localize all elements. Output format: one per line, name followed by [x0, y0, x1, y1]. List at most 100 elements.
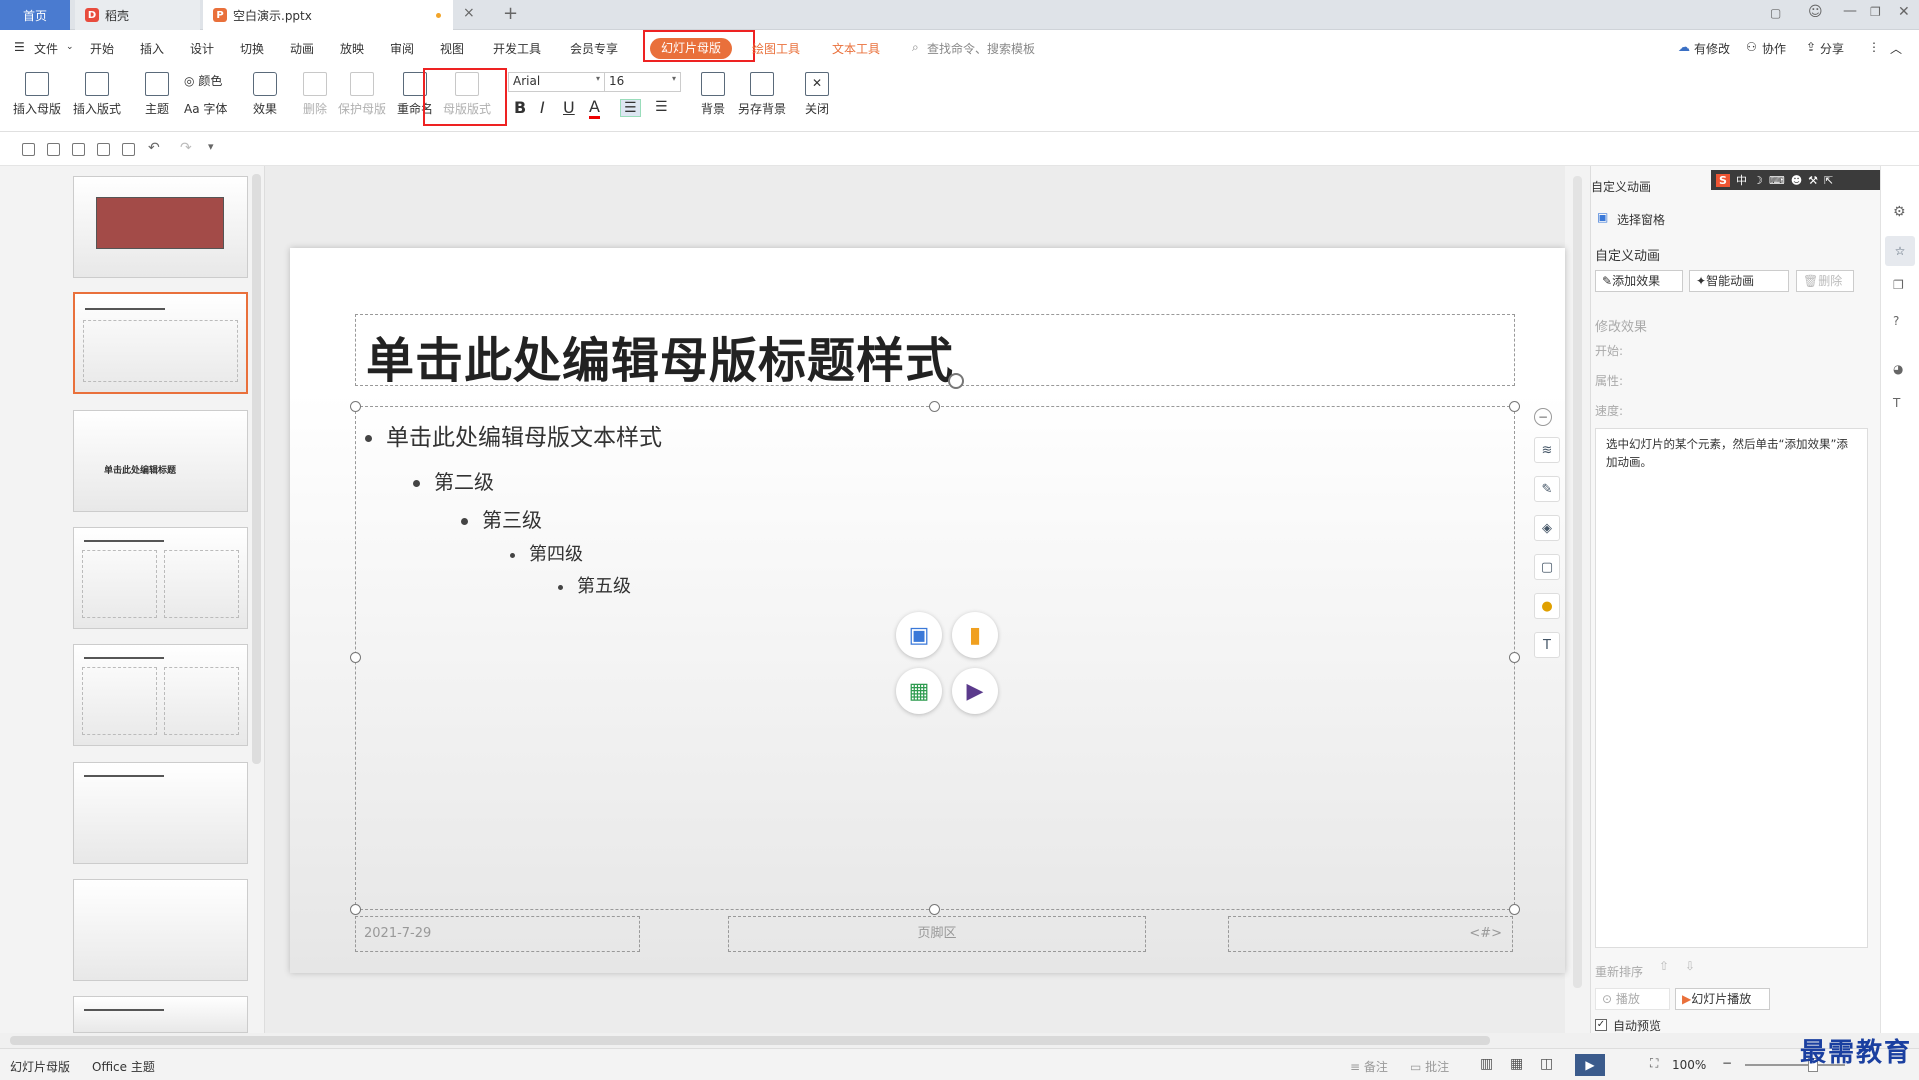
insert-chart-icon[interactable]: ▮ [952, 612, 998, 658]
comment-button[interactable]: ▭ 批注 [1410, 1058, 1449, 1075]
animation-list[interactable]: 选中幻灯片的某个元素，然后单击“添加效果”添加动画。 [1595, 428, 1868, 948]
tab-document[interactable]: P 空白演示.pptx [203, 0, 453, 30]
protect-master-button[interactable]: 保护母版 [335, 72, 389, 117]
close-window-icon[interactable]: ✕ [1898, 4, 1910, 20]
italic-button[interactable]: I [540, 98, 545, 117]
add-effect-button[interactable]: ✎添加效果 [1595, 270, 1683, 292]
resize-handle[interactable] [350, 652, 361, 663]
new-tab-icon[interactable]: + [503, 3, 518, 24]
help-icon[interactable]: ? [1893, 314, 1899, 328]
thumbnail-slide-7[interactable] [73, 879, 248, 981]
brush-icon[interactable]: ✎ [1534, 476, 1560, 502]
menu-item-review[interactable]: 审阅 [390, 40, 414, 57]
body-placeholder[interactable] [355, 406, 1515, 910]
menu-item-transition[interactable]: 切换 [240, 40, 264, 57]
insert-layout-button[interactable]: 插入版式 [70, 72, 124, 117]
changes-button[interactable]: 有修改 [1694, 40, 1730, 57]
font-theme-button[interactable]: Aa 字体 [184, 100, 227, 117]
more-icon[interactable]: ⋮ [1868, 40, 1880, 54]
zoom-level[interactable]: 100% [1672, 1058, 1706, 1072]
text-level-3[interactable]: 第三级 [461, 504, 542, 533]
menu-file[interactable]: 文件 [34, 40, 58, 57]
status-theme[interactable]: Office 主题 [92, 1058, 155, 1075]
menu-item-draw-tools[interactable]: 绘图工具 [752, 40, 800, 57]
zoom-out-circle-icon[interactable]: − [1534, 408, 1552, 426]
thumbnail-slide-2[interactable] [73, 292, 248, 394]
print-preview-icon[interactable] [122, 143, 135, 156]
delete-animation-button[interactable]: 🗑删除 [1796, 270, 1854, 292]
insert-video-icon[interactable]: ▶ [952, 668, 998, 714]
print-icon[interactable] [97, 143, 110, 156]
bold-button[interactable]: B [514, 98, 526, 117]
resize-handle[interactable] [350, 401, 361, 412]
undo-icon[interactable]: ↶ [148, 140, 160, 156]
font-size-select[interactable]: 16 ▾ [604, 72, 681, 92]
color-button[interactable]: ◎ 颜色 [184, 72, 222, 89]
horizontal-scrollbar[interactable] [0, 1033, 1919, 1048]
customize-icon[interactable]: ▾ [208, 140, 214, 153]
close-tab-icon[interactable]: × [463, 5, 475, 21]
idea-bulb-icon[interactable]: ● [1534, 593, 1560, 619]
rotate-handle-icon[interactable] [948, 373, 964, 389]
bullet-list-icon[interactable]: ☰ [620, 99, 641, 117]
thumbnail-slide-3[interactable]: 单击此处编辑标题 [73, 410, 248, 512]
resize-handle[interactable] [1509, 401, 1520, 412]
layers-icon[interactable]: ≋ [1534, 437, 1560, 463]
menu-item-developer[interactable]: 开发工具 [493, 40, 541, 57]
menu-icon[interactable]: ☰ [14, 40, 25, 54]
horizontal-scroll-thumb[interactable] [10, 1036, 1490, 1045]
font-color-button[interactable]: A [589, 97, 600, 119]
collab-button[interactable]: 协作 [1762, 40, 1786, 57]
collapse-ribbon-icon[interactable]: ︿ [1890, 40, 1902, 57]
zoom-out-icon[interactable]: − [1722, 1056, 1732, 1070]
search-icon[interactable]: ⌕ [912, 40, 919, 55]
ime-toolbar[interactable]: S 中 ☽ ⌨ ☻ ⚒ ⇱ [1711, 170, 1881, 190]
insert-picture-icon[interactable]: ▣ [896, 612, 942, 658]
avatar[interactable]: ☺ [1808, 4, 1823, 20]
reading-view-icon[interactable]: ◫ [1540, 1056, 1553, 1072]
move-up-icon[interactable]: ⇧ [1659, 959, 1669, 973]
resize-handle[interactable] [1509, 904, 1520, 915]
insert-table-icon[interactable]: ▦ [896, 668, 942, 714]
redo-icon[interactable]: ↷ [180, 140, 192, 156]
delete-button[interactable]: 删除 [300, 72, 330, 117]
page-number-placeholder[interactable]: <#> [1228, 916, 1513, 952]
notes-button[interactable]: ≡ 备注 [1350, 1058, 1388, 1075]
sorter-view-icon[interactable]: ▦ [1510, 1056, 1523, 1072]
menu-item-animation[interactable]: 动画 [290, 40, 314, 57]
pane-header[interactable]: 自定义动画 [1591, 178, 1651, 195]
date-placeholder[interactable]: 2021-7-29 [355, 916, 640, 952]
thumbnail-slide-4[interactable] [73, 527, 248, 629]
resize-handle[interactable] [929, 904, 940, 915]
resize-handle[interactable] [929, 401, 940, 412]
play-button[interactable]: ⊙ 播放 [1595, 988, 1670, 1010]
underline-button[interactable]: U [563, 98, 575, 117]
thumbnail-slide-5[interactable] [73, 644, 248, 746]
menu-item-text-tools[interactable]: 文本工具 [832, 40, 880, 57]
font-name-select[interactable]: Arial ▾ [508, 72, 605, 92]
minimize-icon[interactable]: — [1843, 3, 1857, 19]
effects-button[interactable]: 效果 [248, 72, 282, 117]
select-pane-link[interactable]: 选择窗格 [1617, 211, 1665, 228]
text-style-icon[interactable]: T [1893, 396, 1900, 410]
move-down-icon[interactable]: ⇩ [1685, 959, 1695, 973]
play-slideshow-icon[interactable]: ▶ [1575, 1054, 1605, 1076]
tab-daoke[interactable]: D 稻壳 [75, 0, 200, 30]
share-button[interactable]: 分享 [1820, 40, 1844, 57]
text-level-2[interactable]: 第二级 [413, 466, 494, 495]
fill-icon[interactable]: ◈ [1534, 515, 1560, 541]
command-search[interactable]: 查找命令、搜索模板 [927, 40, 1035, 57]
window-layout-icon[interactable]: ▢ [1770, 6, 1781, 20]
smart-animation-button[interactable]: ✦智能动画 [1689, 270, 1789, 292]
numbered-list-icon[interactable]: ☰ [655, 99, 668, 115]
settings-sliders-icon[interactable]: ⚙ [1893, 204, 1906, 220]
thumbnail-scrollbar[interactable] [252, 174, 261, 764]
tab-home[interactable]: 首页 [0, 0, 70, 30]
thumbnail-slide-8[interactable] [73, 996, 248, 1033]
transition-icon[interactable]: ❐ [1893, 278, 1904, 292]
menu-item-view[interactable]: 视图 [440, 40, 464, 57]
text-level-1[interactable]: 单击此处编辑母版文本样式 [365, 418, 662, 452]
slideshow-button[interactable]: ▶幻灯片播放 [1675, 988, 1770, 1010]
resize-handle[interactable] [350, 904, 361, 915]
thumbnail-slide-1[interactable] [73, 176, 248, 278]
